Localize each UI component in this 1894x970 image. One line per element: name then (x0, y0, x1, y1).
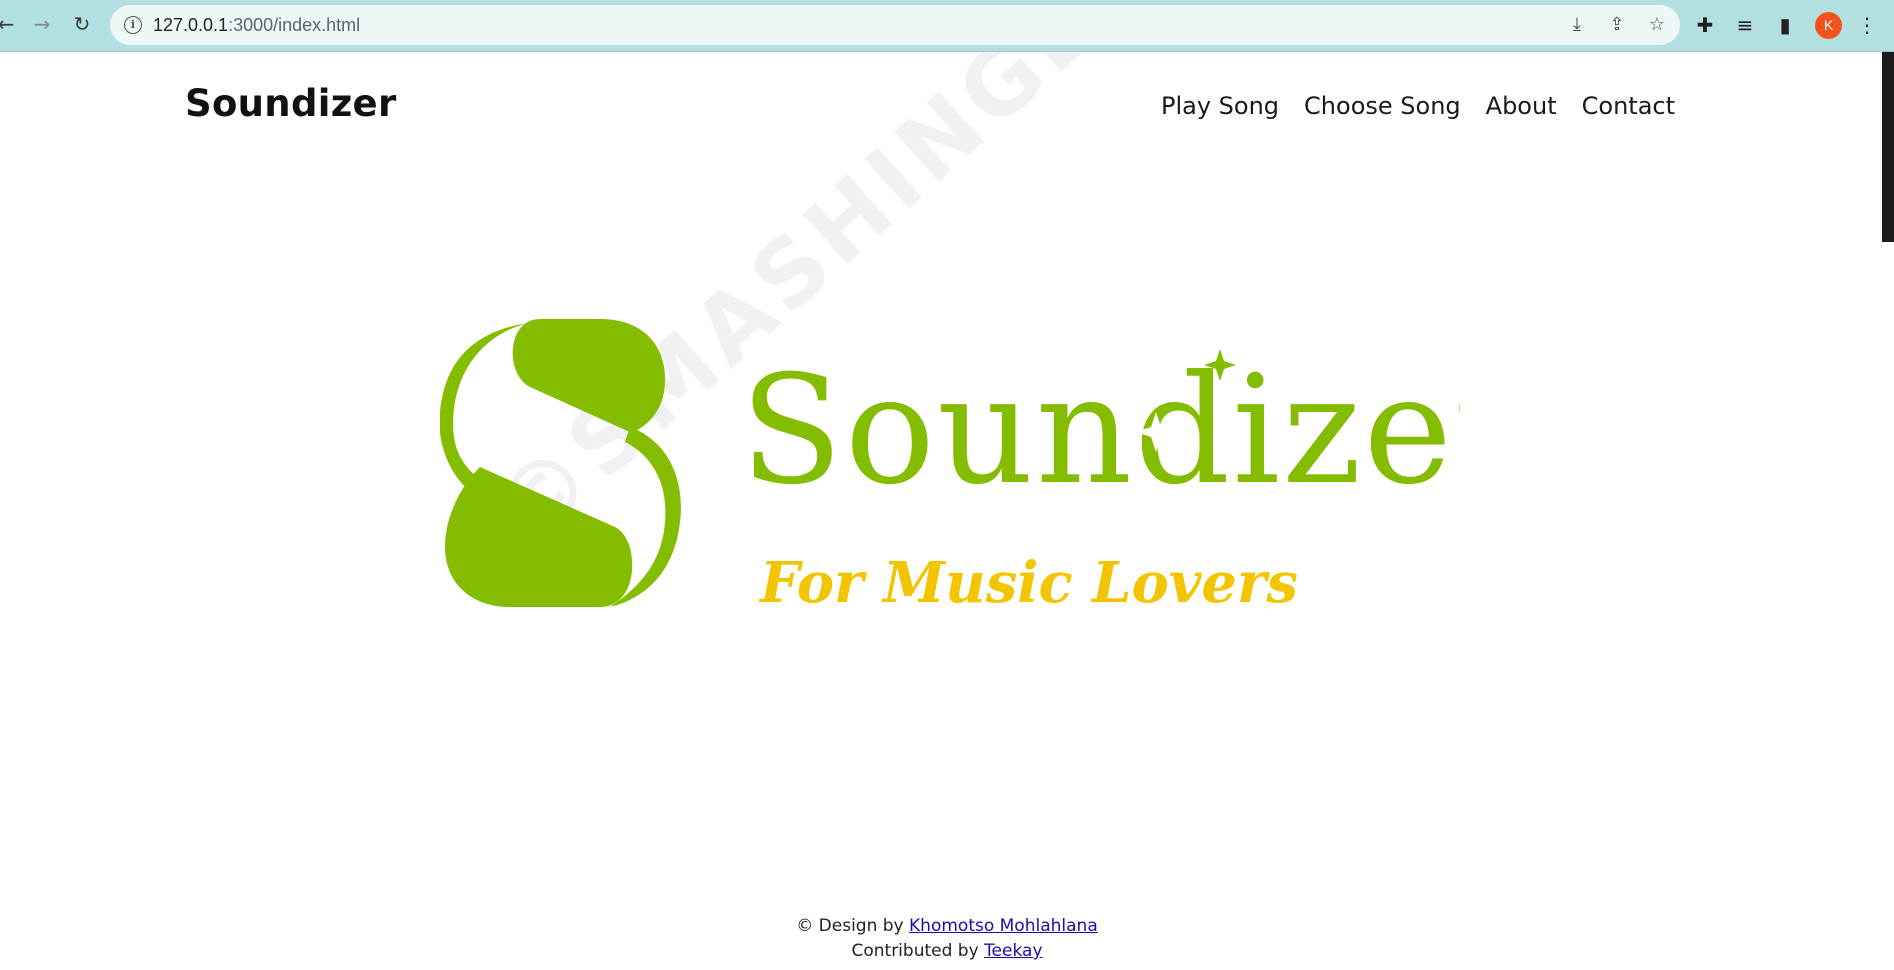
logo-tagline: For Music Lovers (758, 550, 1298, 607)
install-app-icon[interactable]: ⤓ (1566, 14, 1588, 36)
site-brand[interactable]: Soundizer (185, 82, 397, 125)
address-bar[interactable]: i 127.0.0.1:3000/index.html ⤓ ⇪ ☆ (110, 5, 1680, 45)
url-text[interactable]: 127.0.0.1:3000/index.html (153, 15, 360, 36)
media-queue-icon[interactable]: ≡ (1732, 12, 1758, 38)
footer-design-line: © Design by Khomotso Mohlahlana (0, 914, 1894, 939)
url-host: 127.0.0.1 (153, 15, 229, 35)
logo-s-mark (440, 319, 681, 607)
url-path: :3000/index.html (228, 15, 361, 35)
page-viewport: Soundizer Play Song Choose Song About Co… (0, 52, 1894, 970)
side-panel-icon[interactable]: ▮ (1772, 12, 1798, 38)
browser-toolbar: ← → ↻ i 127.0.0.1:3000/index.html ⤓ ⇪ ☆ … (0, 0, 1894, 52)
menu-kebab-icon[interactable]: ⋮ (1854, 12, 1880, 38)
share-icon[interactable]: ⇪ (1606, 14, 1628, 36)
forward-icon[interactable]: → (30, 12, 54, 36)
soundizer-logo: Soundizer For Music Lovers (440, 319, 1460, 607)
footer-contrib-line: Contributed by Teekay (0, 939, 1894, 964)
footer-design-prefix: © Design by (796, 916, 904, 936)
main-nav: Play Song Choose Song About Contact (1136, 92, 1675, 120)
profile-avatar[interactable]: K (1815, 12, 1842, 39)
site-footer: © Design by Khomotso Mohlahlana Contribu… (0, 914, 1894, 964)
site-info-icon[interactable]: i (124, 16, 142, 34)
nav-contact[interactable]: Contact (1582, 92, 1675, 120)
nav-choose-song[interactable]: Choose Song (1304, 92, 1461, 120)
nav-about[interactable]: About (1486, 92, 1557, 120)
footer-contrib-prefix: Contributed by (851, 941, 979, 961)
bookmark-star-icon[interactable]: ☆ (1646, 14, 1668, 36)
scrollbar-thumb[interactable] (1882, 52, 1894, 242)
back-icon[interactable]: ← (0, 12, 18, 36)
reload-icon[interactable]: ↻ (70, 12, 94, 36)
nav-play-song[interactable]: Play Song (1161, 92, 1279, 120)
designer-link[interactable]: Khomotso Mohlahlana (909, 916, 1098, 936)
logo-wordmark: Soundizer (740, 344, 1460, 518)
extensions-icon[interactable]: ✚ (1692, 12, 1718, 38)
contributor-link[interactable]: Teekay (984, 941, 1042, 961)
